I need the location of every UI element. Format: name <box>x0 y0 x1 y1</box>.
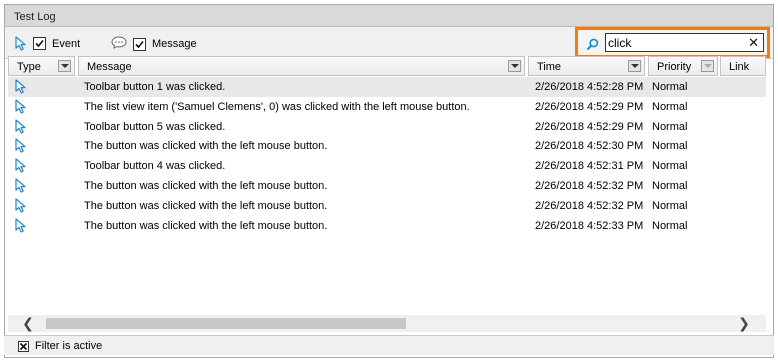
search-icon <box>586 38 599 54</box>
row-priority: Normal <box>652 140 688 153</box>
event-label: Event <box>52 37 81 50</box>
row-time: 2/26/2018 4:52:32 PM <box>535 199 644 212</box>
table-row[interactable]: The button was clicked with the left mou… <box>8 176 766 196</box>
row-message: The list view item ('Samuel Clemens', 0)… <box>84 100 470 113</box>
scroll-right-icon[interactable]: ❯ <box>736 316 752 330</box>
row-priority: Normal <box>652 199 688 212</box>
log-rows: Toolbar button 1 was clicked. 2/26/2018 … <box>8 77 766 235</box>
row-message: Toolbar button 5 was clicked. <box>84 120 226 133</box>
toolbar: Event Message ✕ <box>5 27 773 59</box>
cursor-icon <box>15 79 27 97</box>
event-checkbox[interactable] <box>33 37 46 50</box>
table-row[interactable]: Toolbar button 4 was clicked. 2/26/2018 … <box>8 156 766 176</box>
column-time[interactable]: Time <box>528 56 645 76</box>
clear-search-button[interactable]: ✕ <box>748 35 759 50</box>
row-time: 2/26/2018 4:52:31 PM <box>535 160 644 173</box>
time-filter-dropdown[interactable] <box>628 60 641 72</box>
cursor-icon <box>15 158 27 176</box>
search-box[interactable]: ✕ <box>605 33 764 52</box>
scrollbar-thumb[interactable] <box>46 318 406 329</box>
table-row[interactable]: Toolbar button 1 was clicked. 2/26/2018 … <box>8 77 766 97</box>
table-row[interactable]: The list view item ('Samuel Clemens', 0)… <box>8 97 766 117</box>
table-row[interactable]: Toolbar button 5 was clicked. 2/26/2018 … <box>8 117 766 137</box>
row-time: 2/26/2018 4:52:29 PM <box>535 120 644 133</box>
row-priority: Normal <box>652 179 688 192</box>
row-time: 2/26/2018 4:52:30 PM <box>535 140 644 153</box>
row-time: 2/26/2018 4:52:32 PM <box>535 179 644 192</box>
column-link-label: Link <box>729 61 750 73</box>
row-priority: Normal <box>652 120 688 133</box>
row-priority: Normal <box>652 100 688 113</box>
message-label: Message <box>152 38 197 50</box>
cursor-icon <box>15 217 27 236</box>
row-priority: Normal <box>652 219 688 232</box>
row-priority: Normal <box>652 81 688 93</box>
cursor-icon <box>15 138 27 156</box>
row-message: The button was clicked with the left mou… <box>84 179 328 192</box>
cursor-icon <box>15 178 27 196</box>
message-filter-dropdown[interactable] <box>508 60 521 72</box>
message-checkbox[interactable] <box>133 37 146 51</box>
row-time: 2/26/2018 4:52:29 PM <box>535 100 644 113</box>
column-link[interactable]: Link <box>720 56 766 76</box>
cursor-icon <box>15 198 27 216</box>
column-type-label: Type <box>17 61 41 73</box>
column-header: Type Message Time Priority Link <box>8 56 766 76</box>
column-priority[interactable]: Priority <box>648 56 718 76</box>
column-priority-label: Priority <box>657 61 692 73</box>
row-priority: Normal <box>652 160 688 173</box>
cursor-icon <box>15 36 27 51</box>
filter-status-text: Filter is active <box>35 340 103 352</box>
search-input[interactable] <box>608 35 738 50</box>
cursor-icon <box>15 118 27 137</box>
clear-filter-icon[interactable] <box>18 341 29 352</box>
scroll-left-icon[interactable]: ❮ <box>20 316 36 330</box>
search-highlight: ✕ <box>575 27 770 58</box>
row-message: The button was clicked with the left mou… <box>84 199 328 212</box>
window-title: Test Log <box>5 5 773 27</box>
row-time: 2/26/2018 4:52:28 PM <box>535 81 644 93</box>
event-filter[interactable]: Event <box>15 36 80 51</box>
column-message[interactable]: Message <box>78 56 525 76</box>
horizontal-scrollbar[interactable]: ❮ ❯ <box>8 315 766 332</box>
row-message: Toolbar button 4 was clicked. <box>84 160 226 173</box>
column-time-label: Time <box>537 61 562 73</box>
table-row[interactable]: The button was clicked with the left mou… <box>8 196 766 216</box>
table-row[interactable]: The button was clicked with the left mou… <box>8 136 766 156</box>
speech-bubble-icon <box>111 36 127 52</box>
column-message-label: Message <box>87 61 132 73</box>
column-type[interactable]: Type <box>8 56 75 76</box>
message-filter[interactable]: Message <box>111 36 197 52</box>
cursor-icon <box>15 99 27 117</box>
type-filter-dropdown[interactable] <box>58 60 71 72</box>
priority-filter-dropdown[interactable] <box>701 60 714 72</box>
table-row[interactable]: The button was clicked with the left mou… <box>8 216 766 236</box>
status-bar: Filter is active <box>4 335 774 355</box>
row-time: 2/26/2018 4:52:33 PM <box>535 219 644 232</box>
row-message: Toolbar button 1 was clicked. <box>84 81 226 93</box>
row-message: The button was clicked with the left mou… <box>84 219 328 232</box>
row-message: The button was clicked with the left mou… <box>84 140 328 153</box>
